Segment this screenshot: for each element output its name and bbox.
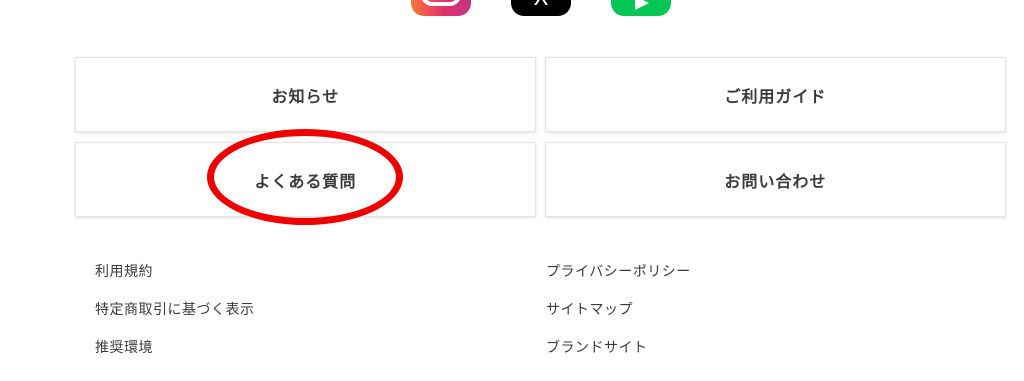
privacy-policy-link[interactable]: プライバシーポリシー xyxy=(546,263,691,281)
x-glyph: X xyxy=(511,0,571,10)
instagram-icon[interactable] xyxy=(411,0,471,16)
footer-page: X お知らせ ご利用ガイド よくある質問 お問い合わせ 利用規約 特定商取引に基… xyxy=(0,0,1024,381)
contact-button[interactable]: お問い合わせ xyxy=(545,142,1006,217)
recommended-env-link[interactable]: 推奨環境 xyxy=(95,339,153,357)
commerce-law-link[interactable]: 特定商取引に基づく表示 xyxy=(95,301,255,319)
faq-button[interactable]: よくある質問 xyxy=(75,142,536,217)
brand-site-link[interactable]: ブランドサイト xyxy=(546,339,648,357)
x-icon[interactable]: X xyxy=(511,0,571,16)
instagram-frame xyxy=(421,0,461,6)
play-icon xyxy=(635,0,649,10)
sitemap-link[interactable]: サイトマップ xyxy=(546,301,633,319)
guide-button[interactable]: ご利用ガイド xyxy=(545,57,1006,132)
news-button[interactable]: お知らせ xyxy=(75,57,536,132)
line-icon[interactable] xyxy=(611,0,671,16)
terms-link[interactable]: 利用規約 xyxy=(95,263,153,281)
social-links: X xyxy=(0,0,1024,16)
